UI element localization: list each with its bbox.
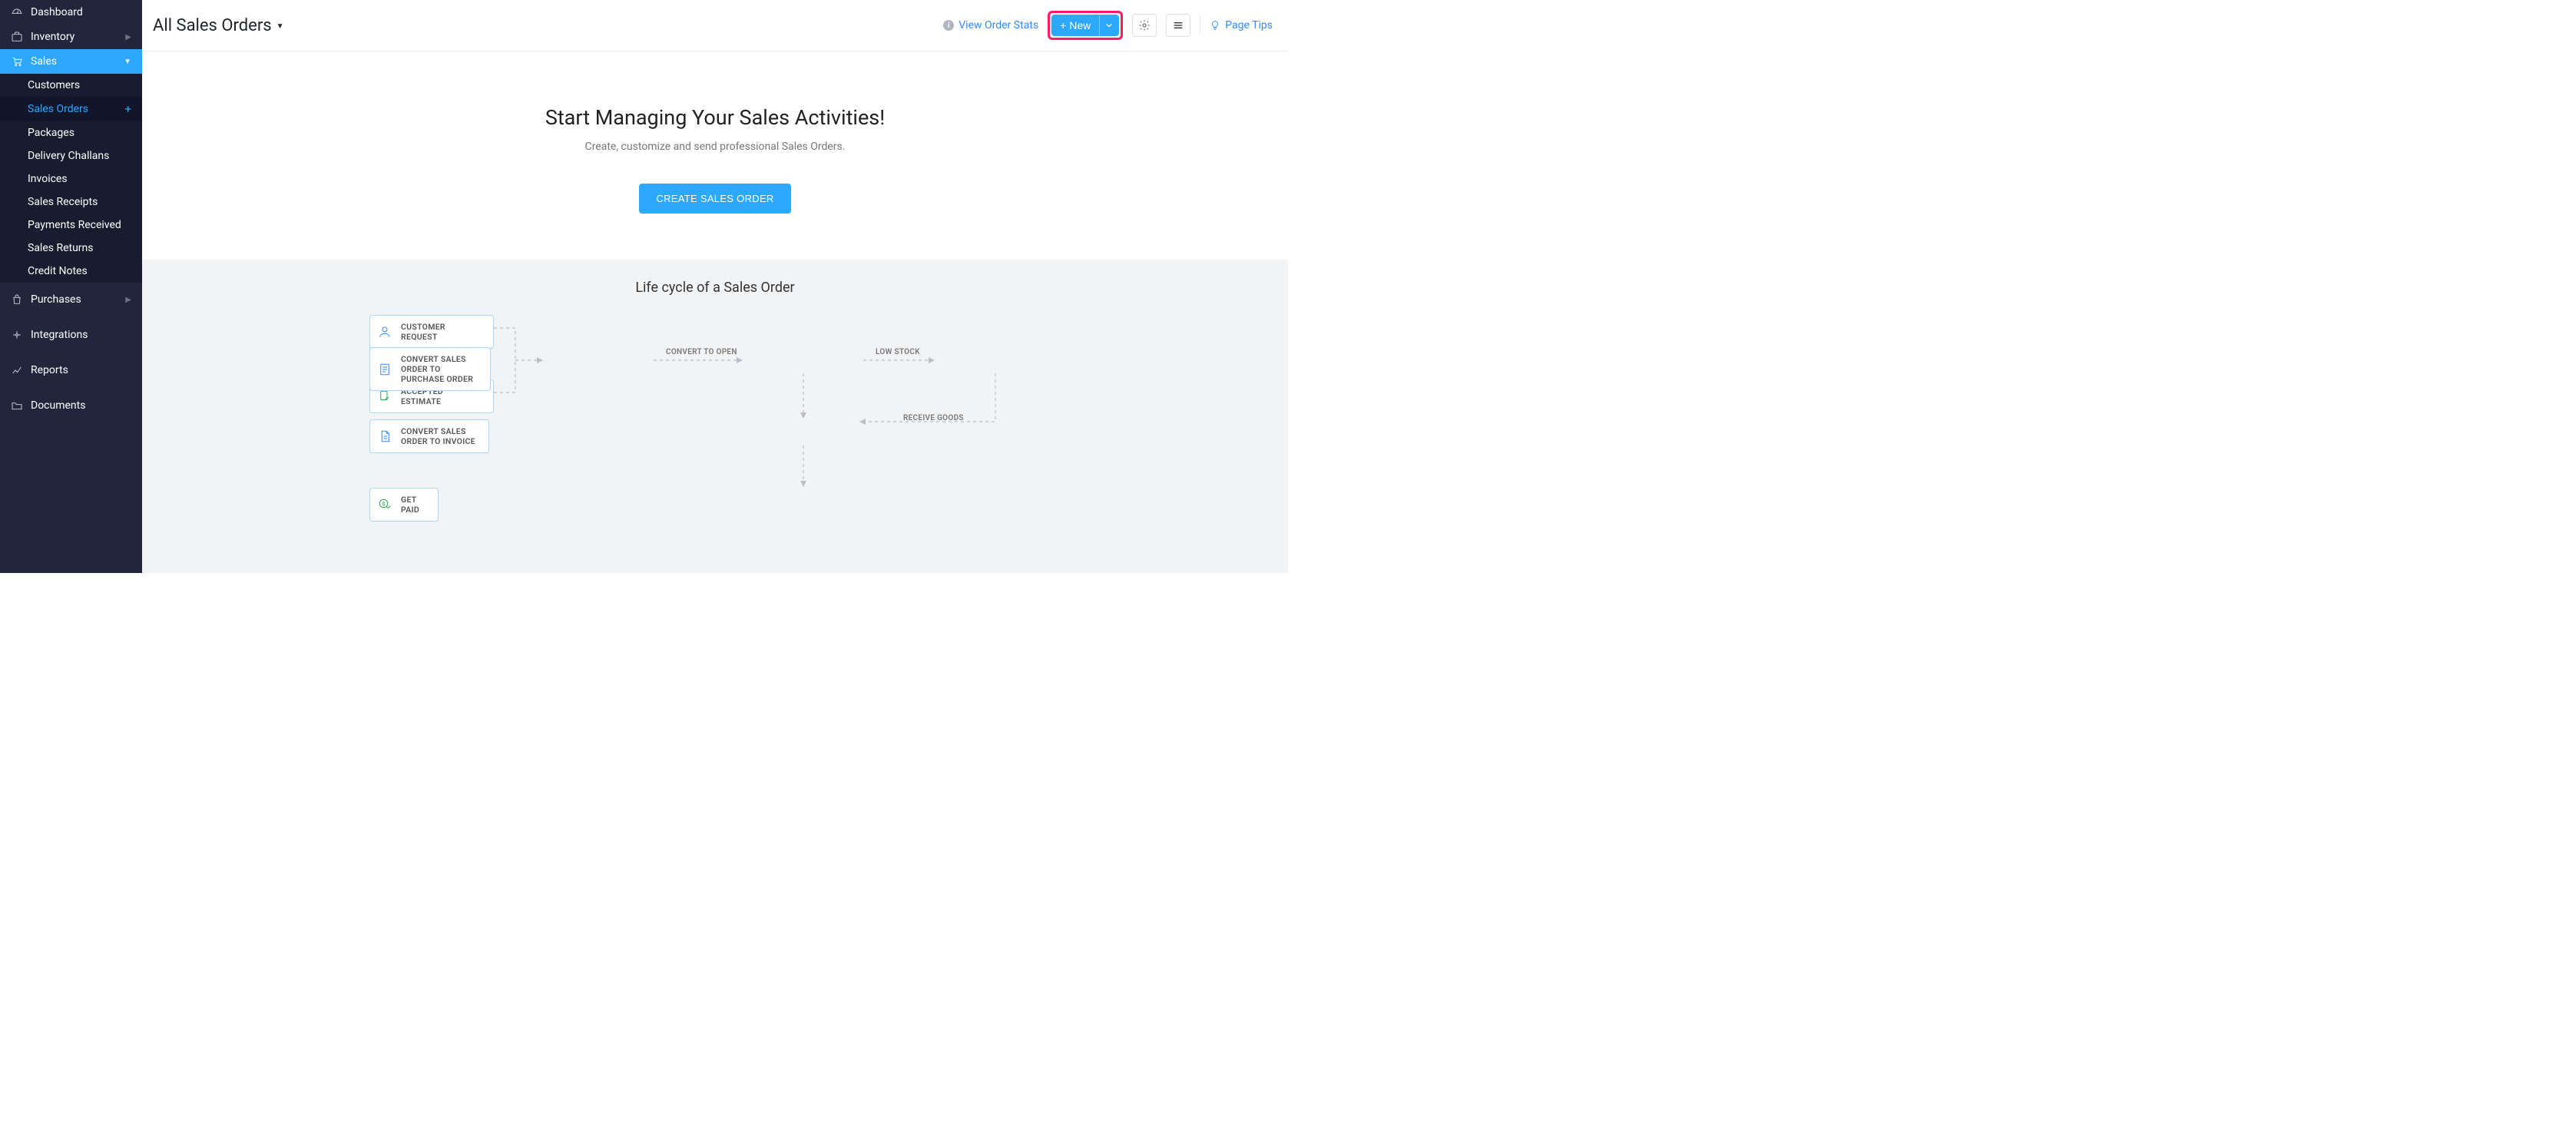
chevron-down-icon: ▼ [124,58,131,66]
node-label: CONVERT SALES ORDER TO INVOICE [401,426,479,446]
subnav-label: Packages [28,127,74,139]
invoice-icon [378,429,392,443]
svg-text:$: $ [382,501,385,507]
dashboard-icon [11,6,23,18]
new-button[interactable]: + New [1051,15,1099,36]
node-get-paid: $ GET PAID [369,488,439,522]
subnav-label: Credit Notes [28,265,88,277]
subnav-customers[interactable]: Customers [0,74,142,97]
settings-button[interactable] [1132,14,1157,37]
node-label: CUSTOMER REQUEST [401,322,484,342]
nav-dashboard[interactable]: Dashboard [0,0,142,25]
nav-label: Reports [31,364,68,376]
subnav-sales-receipts[interactable]: Sales Receipts [0,190,142,214]
lifecycle-diagram: CUSTOMER REQUEST ACCEPTED ESTIMATE CREAT… [369,313,1061,543]
nav-purchases[interactable]: Purchases ▶ [0,287,142,312]
subnav-packages[interactable]: Packages [0,121,142,144]
empty-state: Start Managing Your Sales Activities! Cr… [142,51,1288,260]
subnav-label: Payments Received [28,219,121,231]
chevron-down-icon: ▼ [276,22,284,31]
lifecycle-title: Life cycle of a Sales Order [157,280,1273,296]
main-content: All Sales Orders ▼ i View Order Stats + … [142,0,1288,573]
menu-icon [1172,19,1184,31]
purchase-order-icon [378,363,392,376]
topbar-actions: i View Order Stats + New [943,11,1273,40]
folder-icon [11,399,23,412]
new-button-highlight: + New [1048,11,1123,40]
reports-icon [11,364,23,376]
nav-reports[interactable]: Reports [0,358,142,383]
sidebar: Dashboard Inventory ▶ Sales ▼ Customers … [0,0,142,573]
chevron-right-icon: ▶ [125,296,131,304]
menu-button[interactable] [1166,14,1190,37]
subnav-sales-returns[interactable]: Sales Returns [0,237,142,260]
subnav-payments-received[interactable]: Payments Received [0,214,142,237]
page-tips-link[interactable]: Page Tips [1210,19,1273,31]
label-convert-open: CONVERT TO OPEN [666,348,737,356]
estimate-icon [378,389,392,403]
nav-documents[interactable]: Documents [0,393,142,418]
topbar: All Sales Orders ▼ i View Order Stats + … [142,0,1288,51]
nav-label: Inventory [31,31,74,43]
cart-icon [11,55,23,68]
subnav-delivery-challans[interactable]: Delivery Challans [0,144,142,167]
button-label: New [1069,19,1091,31]
lifecycle-section: Life cycle of a Sales Order [142,260,1288,573]
subnav-credit-notes[interactable]: Credit Notes [0,260,142,283]
subnav-label: Sales Receipts [28,196,98,208]
label-low-stock: LOW STOCK [876,348,920,356]
page-title-dropdown[interactable]: All Sales Orders ▼ [153,16,284,35]
node-label: GET PAID [401,495,429,515]
integrations-icon [11,329,23,341]
subnav-label: Sales Orders [28,103,88,115]
add-icon[interactable]: + [124,102,131,116]
sales-submenu: Customers Sales Orders + Packages Delive… [0,74,142,283]
hero-subtitle: Create, customize and send professional … [157,141,1273,153]
hero-title: Start Managing Your Sales Activities! [157,105,1273,130]
bulb-icon [1210,20,1220,31]
subnav-label: Delivery Challans [28,150,109,162]
subnav-label: Sales Returns [28,242,94,254]
info-icon: i [943,20,954,31]
gear-icon [1138,19,1151,31]
node-convert-po: CONVERT SALES ORDER TO PURCHASE ORDER [369,347,491,391]
chevron-right-icon: ▶ [125,33,131,41]
node-label: CONVERT SALES ORDER TO PURCHASE ORDER [401,354,481,384]
nav-label: Documents [31,399,85,412]
subnav-sales-orders[interactable]: Sales Orders + [0,97,142,121]
subnav-label: Customers [28,79,80,91]
new-button-dropdown[interactable] [1099,15,1119,36]
page-title: All Sales Orders [153,16,272,35]
link-label: Page Tips [1225,19,1273,31]
nav-label: Sales [31,55,57,68]
create-sales-order-button[interactable]: CREATE SALES ORDER [639,184,790,214]
bag-icon [11,293,23,306]
nav-label: Dashboard [31,6,83,18]
nav-sales[interactable]: Sales ▼ [0,49,142,74]
plus-icon: + [1060,19,1066,31]
inventory-icon [11,31,23,43]
label-receive-goods: RECEIVE GOODS [903,414,964,422]
subnav-label: Invoices [28,173,68,185]
nav-label: Purchases [31,293,81,306]
node-convert-invoice: CONVERT SALES ORDER TO INVOICE [369,419,489,453]
money-icon: $ [378,498,392,512]
link-label: View Order Stats [959,19,1038,31]
node-customer-request: CUSTOMER REQUEST [369,315,494,349]
user-icon [378,325,392,339]
subnav-invoices[interactable]: Invoices [0,167,142,190]
nav-label: Integrations [31,329,88,341]
nav-integrations[interactable]: Integrations [0,323,142,347]
nav-inventory[interactable]: Inventory ▶ [0,25,142,49]
view-order-stats-link[interactable]: i View Order Stats [943,19,1038,31]
